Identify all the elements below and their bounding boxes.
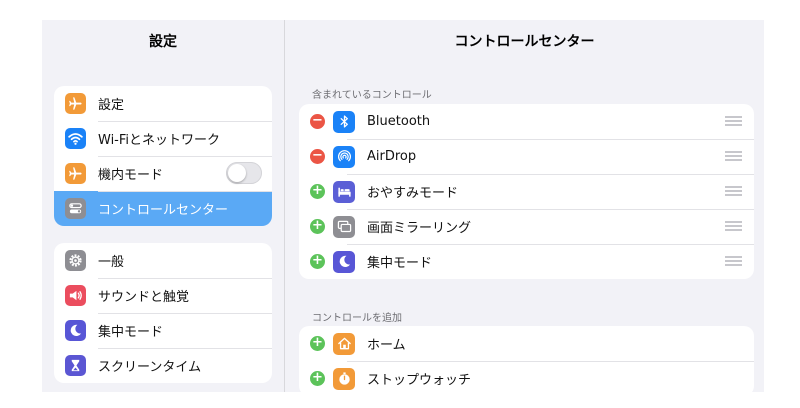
add-button[interactable]: + <box>310 371 325 386</box>
control-row-focus: + 集中モード <box>299 244 754 279</box>
speaker-icon <box>65 285 86 306</box>
more-controls-header: コントロールを追加 <box>312 313 402 324</box>
control-row-screen-mirroring: + 画面ミラーリング <box>299 209 754 244</box>
sidebar-item-label: コントロールセンター <box>98 203 229 218</box>
main-pane: コントロールセンター 含まれているコントロール − Bluetooth − Ai… <box>285 20 764 392</box>
sidebar-item-label: 機内モード <box>98 168 164 183</box>
included-controls-list: − Bluetooth − AirDrop + おやすみモード + 画面ミラーリ… <box>299 104 754 279</box>
moon-icon <box>65 320 86 341</box>
wifi-icon <box>65 128 86 149</box>
reorder-handle[interactable] <box>725 151 742 161</box>
reorder-handle[interactable] <box>725 221 742 231</box>
reorder-handle[interactable] <box>725 116 742 126</box>
add-button[interactable]: + <box>310 219 325 234</box>
add-button[interactable]: + <box>310 184 325 199</box>
hourglass-icon <box>65 355 86 376</box>
control-label: 集中モード <box>367 256 433 271</box>
control-label: 画面ミラーリング <box>367 221 472 236</box>
sidebar-item-label: Wi-Fiとネットワーク <box>98 133 221 148</box>
sidebar-item-focus[interactable]: 集中モード <box>54 313 272 348</box>
control-label: AirDrop <box>367 149 417 164</box>
airplane-icon <box>65 93 86 114</box>
moon-icon <box>333 250 355 273</box>
sidebar-item-general[interactable]: 一般 <box>54 243 272 278</box>
settings-window: 設定 設定 Wi-Fiとネットワーク 機内モード コントロールセンター 一般 サ… <box>42 20 764 392</box>
airdrop-icon <box>333 145 355 168</box>
sidebar-item-screen-time[interactable]: スクリーンタイム <box>54 348 272 383</box>
control-label: ホーム <box>367 338 406 353</box>
bluetooth-icon <box>333 110 355 133</box>
sidebar-item-wifi[interactable]: Wi-Fiとネットワーク <box>54 121 272 156</box>
reorder-handle[interactable] <box>725 256 742 266</box>
control-row-stopwatch: + ストップウォッチ <box>299 361 754 392</box>
sidebar-item-label: 一般 <box>98 255 125 270</box>
included-controls-header: 含まれているコントロール <box>312 90 432 101</box>
sidebar-title: 設定 <box>149 34 177 50</box>
sidebar-item-sounds[interactable]: サウンドと触覚 <box>54 278 272 313</box>
airplane-icon <box>65 163 86 184</box>
control-row-bluetooth: − Bluetooth <box>299 104 754 139</box>
bed-icon <box>333 180 355 203</box>
add-button[interactable]: + <box>310 254 325 269</box>
stopwatch-icon <box>333 367 355 390</box>
more-controls-list: + ホーム + ストップウォッチ <box>299 326 754 392</box>
remove-button[interactable]: − <box>310 114 325 129</box>
sidebar-item-label: サウンドと触覚 <box>98 290 190 305</box>
gear-icon <box>65 250 86 271</box>
sidebar-group-2: 一般 サウンドと触覚 集中モード スクリーンタイム <box>54 243 272 383</box>
sidebar-item-label: 集中モード <box>98 325 164 340</box>
control-label: おやすみモード <box>367 186 459 201</box>
sidebar-item-settings[interactable]: 設定 <box>54 86 272 121</box>
control-row-sleep: + おやすみモード <box>299 174 754 209</box>
reorder-handle[interactable] <box>725 186 742 196</box>
control-row-home: + ホーム <box>299 326 754 361</box>
remove-button[interactable]: − <box>310 149 325 164</box>
add-button[interactable]: + <box>310 336 325 351</box>
sidebar: 設定 設定 Wi-Fiとネットワーク 機内モード コントロールセンター 一般 サ… <box>42 20 285 392</box>
control-label: Bluetooth <box>367 114 431 129</box>
toggles-icon <box>65 198 86 219</box>
sidebar-item-control-center[interactable]: コントロールセンター <box>54 191 272 226</box>
home-icon <box>333 332 355 355</box>
sidebar-item-airplane-mode[interactable]: 機内モード <box>54 156 272 191</box>
airplane-mode-toggle[interactable] <box>226 162 262 184</box>
control-row-airdrop: − AirDrop <box>299 139 754 174</box>
screen-mirroring-icon <box>333 215 355 238</box>
sidebar-item-label: 設定 <box>98 98 125 113</box>
sidebar-item-label: スクリーンタイム <box>98 360 202 375</box>
control-label: ストップウォッチ <box>367 373 472 388</box>
sidebar-group-1: 設定 Wi-Fiとネットワーク 機内モード コントロールセンター <box>54 86 272 226</box>
page-title: コントロールセンター <box>454 34 595 50</box>
